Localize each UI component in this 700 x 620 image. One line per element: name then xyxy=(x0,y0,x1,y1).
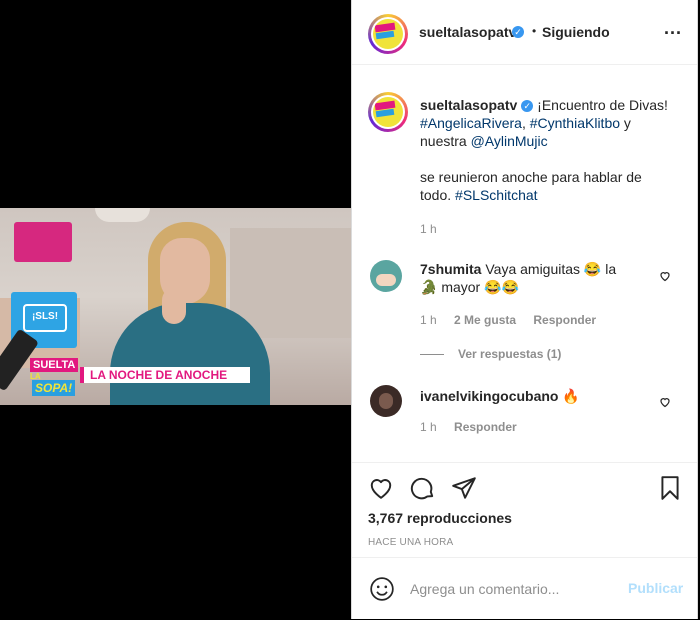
logo-line1: SUELTA xyxy=(30,358,79,372)
comment: ivanelvikingocubano 🔥 xyxy=(420,387,580,405)
commenter-avatar[interactable] xyxy=(370,385,402,417)
comment-reply-button[interactable]: Responder xyxy=(454,420,517,434)
view-replies[interactable]: Ver respuestas (1) xyxy=(420,347,561,361)
comment-input[interactable] xyxy=(408,577,612,601)
caption-username[interactable]: sueltalasopatv xyxy=(420,97,517,113)
comment-username[interactable]: ivanelvikingocubano xyxy=(420,388,558,404)
comment-text-1: Vaya amiguitas 😂 la xyxy=(485,261,617,277)
actions-section: 3,767 reproducciones HACE UNA HORA xyxy=(352,462,697,558)
following-button[interactable]: Siguiendo xyxy=(542,24,610,40)
lower-third-banner: LA NOCHE DE ANOCHE xyxy=(80,367,250,383)
caption-text-1: ¡Encuentro de Divas! xyxy=(537,97,668,113)
like-heart-icon[interactable] xyxy=(368,475,394,501)
comment-username[interactable]: 7shumita xyxy=(420,261,481,277)
hashtag-slschitchat[interactable]: #SLSchitchat xyxy=(455,187,538,203)
caption-text-2: y xyxy=(620,115,631,131)
caption: sueltalasopatv ✓ ¡Encuentro de Divas! #An… xyxy=(420,96,678,204)
more-options-icon[interactable]: ... xyxy=(664,18,682,39)
author-avatar[interactable] xyxy=(368,14,408,54)
post-timestamp[interactable]: HACE UNA HORA xyxy=(368,537,453,548)
view-replies-label: Ver respuestas (1) xyxy=(458,347,562,361)
media-area: ¡SLS! SUELTA LA SOPA! LA NOCHE DE ANOCHE xyxy=(0,0,351,619)
caption-text-3: nuestra xyxy=(420,133,471,149)
comment: 7shumita Vaya amiguitas 😂 la 🐊 mayor 😂😂 xyxy=(420,260,650,296)
comment-meta: 1 h 2 Me gusta Responder xyxy=(420,313,610,327)
commenter-avatar[interactable] xyxy=(370,260,402,292)
comment-meta: 1 h Responder xyxy=(420,420,531,434)
comment-like-heart-icon[interactable] xyxy=(659,396,671,408)
caption-text-4: se reunieron anoche para hablar de xyxy=(420,169,642,185)
caption-avatar[interactable] xyxy=(368,92,408,132)
separator-dot: • xyxy=(532,24,537,38)
post-video[interactable]: ¡SLS! SUELTA LA SOPA! LA NOCHE DE ANOCHE xyxy=(0,208,351,405)
post-side-panel: sueltalasopatv ✓ • Siguiendo ... sueltal… xyxy=(351,0,698,619)
hashtag-cynthiaklitbo[interactable]: #CynthiaKlitbo xyxy=(530,115,620,131)
comment-reply-button[interactable]: Responder xyxy=(533,313,596,327)
caption-text-5: todo. xyxy=(420,187,456,203)
post-header: sueltalasopatv ✓ • Siguiendo ... xyxy=(352,0,697,65)
studio-lamp xyxy=(95,208,150,222)
show-logo: SUELTA LA SOPA! xyxy=(30,358,80,402)
comment-likes[interactable]: 2 Me gusta xyxy=(454,313,516,327)
hashtag-angelicarivera[interactable]: #AngelicaRivera xyxy=(420,115,522,131)
verified-icon: ✓ xyxy=(521,100,534,112)
logo-line3: SOPA! xyxy=(32,380,76,396)
emoji-icon[interactable] xyxy=(369,576,395,602)
view-count[interactable]: 3,767 reproducciones xyxy=(368,510,512,526)
comment-time[interactable]: 1 h xyxy=(420,420,437,434)
comment-text-2: 🐊 mayor 😂😂 xyxy=(420,279,519,295)
view-replies-line xyxy=(420,354,444,356)
save-bookmark-icon[interactable] xyxy=(657,475,683,501)
person-hand xyxy=(162,288,186,324)
caption-time[interactable]: 1 h xyxy=(420,222,437,236)
sls-badge-text: ¡SLS! xyxy=(23,304,67,332)
comment-emoji: 🔥 xyxy=(562,388,580,404)
publish-button[interactable]: Publicar xyxy=(628,580,683,596)
add-comment-bar: Publicar xyxy=(352,557,697,620)
share-icon[interactable] xyxy=(451,475,477,501)
comment-like-heart-icon[interactable] xyxy=(659,270,671,282)
studio-pink-light xyxy=(14,222,72,262)
comment-icon[interactable] xyxy=(410,475,436,501)
caption-sep: , xyxy=(521,115,526,131)
mention-aylinmujic[interactable]: @AylinMujic xyxy=(471,133,548,149)
verified-icon: ✓ xyxy=(512,26,524,38)
author-username[interactable]: sueltalasopatv xyxy=(419,24,516,40)
comment-time[interactable]: 1 h xyxy=(420,313,437,327)
